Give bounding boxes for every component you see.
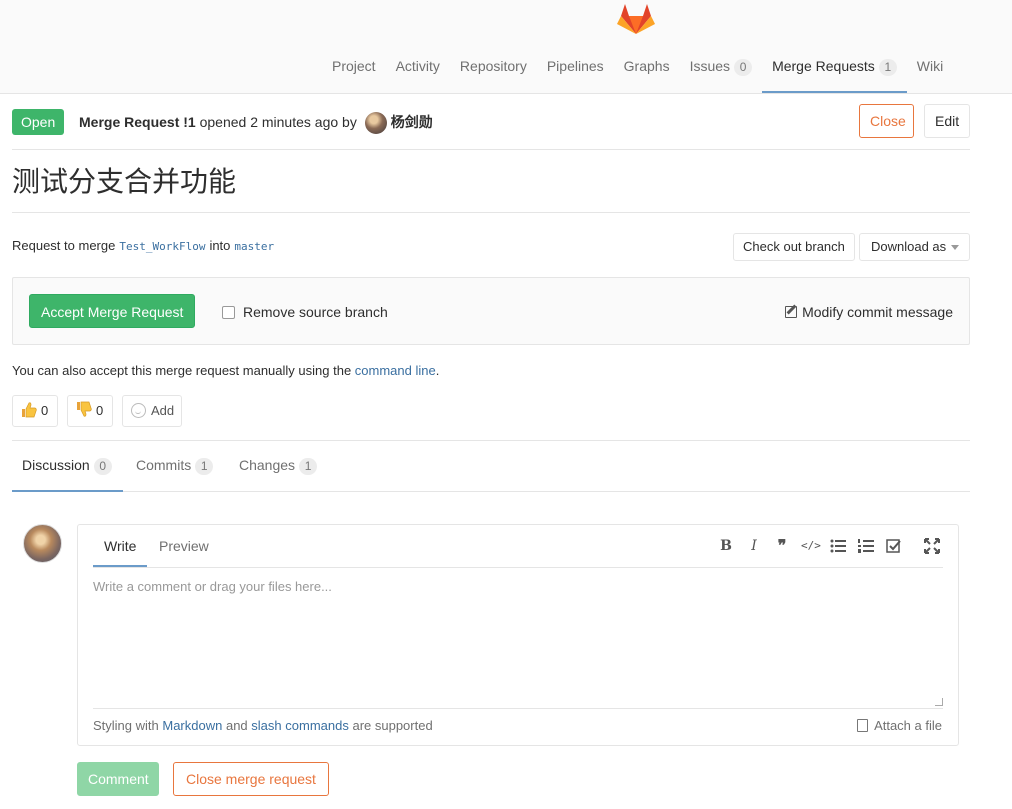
tab-label: Discussion: [22, 457, 90, 473]
nav-tab-label: Activity: [395, 58, 440, 74]
close-merge-request-button[interactable]: Close merge request: [173, 762, 329, 796]
fullscreen-icon[interactable]: [923, 537, 941, 555]
download-as-label: Download as: [871, 239, 947, 254]
footer-suffix: are supported: [352, 718, 433, 733]
source-branch-link[interactable]: Test_WorkFlow: [119, 240, 205, 253]
add-award-label: Add: [151, 403, 175, 418]
file-image-icon: [857, 719, 869, 732]
nav-tab-activity[interactable]: Activity: [386, 44, 450, 93]
target-branch-link[interactable]: master: [234, 240, 274, 253]
thumbs-down-count: 0: [96, 403, 104, 418]
comment-placeholder: Write a comment or drag your files here.…: [93, 579, 332, 594]
page-title: 测试分支合并功能: [12, 162, 970, 213]
thumbs-up-icon: [22, 402, 37, 418]
edit-button[interactable]: Edit: [924, 104, 970, 138]
nav-tab-merge-requests[interactable]: Merge Requests 1: [762, 44, 907, 93]
nav-tab-label: Wiki: [916, 58, 944, 74]
gitlab-logo-icon[interactable]: [617, 0, 655, 34]
merge-info-prefix: Request to merge: [12, 238, 116, 253]
discussion-tabs: Discussion 0 Commits 1 Changes 1: [12, 440, 970, 492]
accept-merge-request-button[interactable]: Accept Merge Request: [29, 294, 196, 328]
changes-count-badge: 1: [299, 458, 318, 475]
tab-label: Commits: [136, 457, 192, 473]
manual-note-text: You can also accept this merge request m…: [12, 363, 352, 378]
nav-tab-label: Repository: [459, 58, 527, 74]
numbered-list-icon[interactable]: [857, 537, 875, 555]
attach-file-button[interactable]: Attach a file: [857, 715, 942, 737]
bold-icon[interactable]: B: [717, 537, 735, 555]
manual-note-suffix: .: [435, 363, 440, 378]
tab-discussion[interactable]: Discussion 0: [12, 441, 123, 492]
nav-tab-label: Issues: [689, 58, 731, 74]
nav-tab-label: Merge Requests: [772, 58, 875, 74]
status-badge: Open: [12, 109, 65, 135]
project-nav-tabs: Project Activity Repository Pipelines Gr…: [322, 44, 953, 94]
mr-header: Open Merge Request !1 opened 2 minutes a…: [12, 104, 970, 150]
attach-file-label: Attach a file: [874, 718, 942, 733]
nav-tab-label: Pipelines: [546, 58, 604, 74]
resize-handle-icon[interactable]: [935, 698, 943, 706]
top-navbar: Project Activity Repository Pipelines Gr…: [0, 0, 1012, 94]
footer-and: and: [225, 718, 248, 733]
nav-tab-repository[interactable]: Repository: [450, 44, 537, 93]
merge-info: Request to merge Test_WorkFlow into master: [12, 234, 278, 259]
tab-write[interactable]: Write: [93, 525, 148, 567]
nav-tab-wiki[interactable]: Wiki: [907, 44, 953, 93]
tab-preview[interactable]: Preview: [148, 525, 220, 567]
tab-changes[interactable]: Changes 1: [229, 441, 327, 492]
mr-reference: Merge Request !1: [79, 114, 196, 130]
nav-tab-pipelines[interactable]: Pipelines: [537, 44, 614, 93]
comment-button[interactable]: Comment: [77, 762, 159, 796]
slash-commands-link[interactable]: slash commands: [251, 718, 349, 733]
italic-icon[interactable]: I: [745, 537, 763, 555]
comment-editor: Write Preview B I ❞ </> Write a comment …: [77, 524, 959, 746]
nav-tab-graphs[interactable]: Graphs: [614, 44, 680, 93]
thumbs-down-icon: [77, 401, 92, 417]
editor-divider: [93, 567, 943, 568]
smiley-icon: [131, 403, 146, 418]
nav-tab-project[interactable]: Project: [322, 44, 386, 93]
task-list-icon[interactable]: [885, 537, 903, 555]
remove-source-branch-label[interactable]: Remove source branch: [243, 300, 388, 324]
close-button[interactable]: Close: [859, 104, 914, 138]
code-icon[interactable]: </>: [801, 537, 821, 555]
thumbs-up-count: 0: [41, 403, 49, 418]
nav-tab-label: Project: [332, 58, 376, 74]
edit-icon: [785, 306, 798, 318]
mr-meta: Merge Request !1 opened 2 minutes ago by…: [79, 104, 433, 140]
add-award-button[interactable]: Add: [122, 395, 182, 427]
comment-textarea[interactable]: Write a comment or drag your files here.…: [93, 577, 943, 709]
opened-text: opened 2 minutes ago by: [199, 114, 357, 130]
tab-label: Changes: [239, 457, 296, 473]
thumbs-down-award-button[interactable]: 0: [67, 395, 113, 427]
modify-commit-message-link[interactable]: Modify commit message: [785, 300, 953, 324]
avatar[interactable]: [23, 524, 62, 563]
author-avatar[interactable]: [364, 112, 387, 135]
remove-source-branch-checkbox[interactable]: [222, 306, 235, 319]
quote-icon[interactable]: ❞: [773, 537, 791, 555]
merge-requests-count-badge: 1: [878, 59, 897, 76]
merge-info-into: into: [209, 238, 231, 253]
thumbs-up-award-button[interactable]: 0: [12, 395, 58, 427]
accept-merge-panel: Accept Merge Request Remove source branc…: [12, 277, 970, 345]
check-out-branch-button[interactable]: Check out branch: [733, 233, 855, 261]
discussion-count-badge: 0: [93, 458, 112, 475]
author-name-link[interactable]: 杨剑勋: [391, 114, 433, 130]
nav-tab-issues[interactable]: Issues 0: [680, 44, 762, 93]
tab-commits[interactable]: Commits 1: [126, 441, 223, 492]
bullet-list-icon[interactable]: [829, 537, 847, 555]
command-line-link[interactable]: command line: [355, 363, 436, 378]
chevron-down-icon: [951, 245, 959, 250]
editor-footer: Styling with Markdown and slash commands…: [93, 715, 433, 737]
download-as-dropdown[interactable]: Download as: [859, 233, 970, 261]
footer-prefix: Styling with: [93, 718, 159, 733]
issues-count-badge: 0: [734, 59, 753, 76]
markdown-link[interactable]: Markdown: [162, 718, 222, 733]
manual-merge-note: You can also accept this merge request m…: [12, 360, 439, 382]
modify-commit-message-label: Modify commit message: [802, 304, 953, 320]
nav-tab-label: Graphs: [623, 58, 670, 74]
commits-count-badge: 1: [195, 458, 214, 475]
